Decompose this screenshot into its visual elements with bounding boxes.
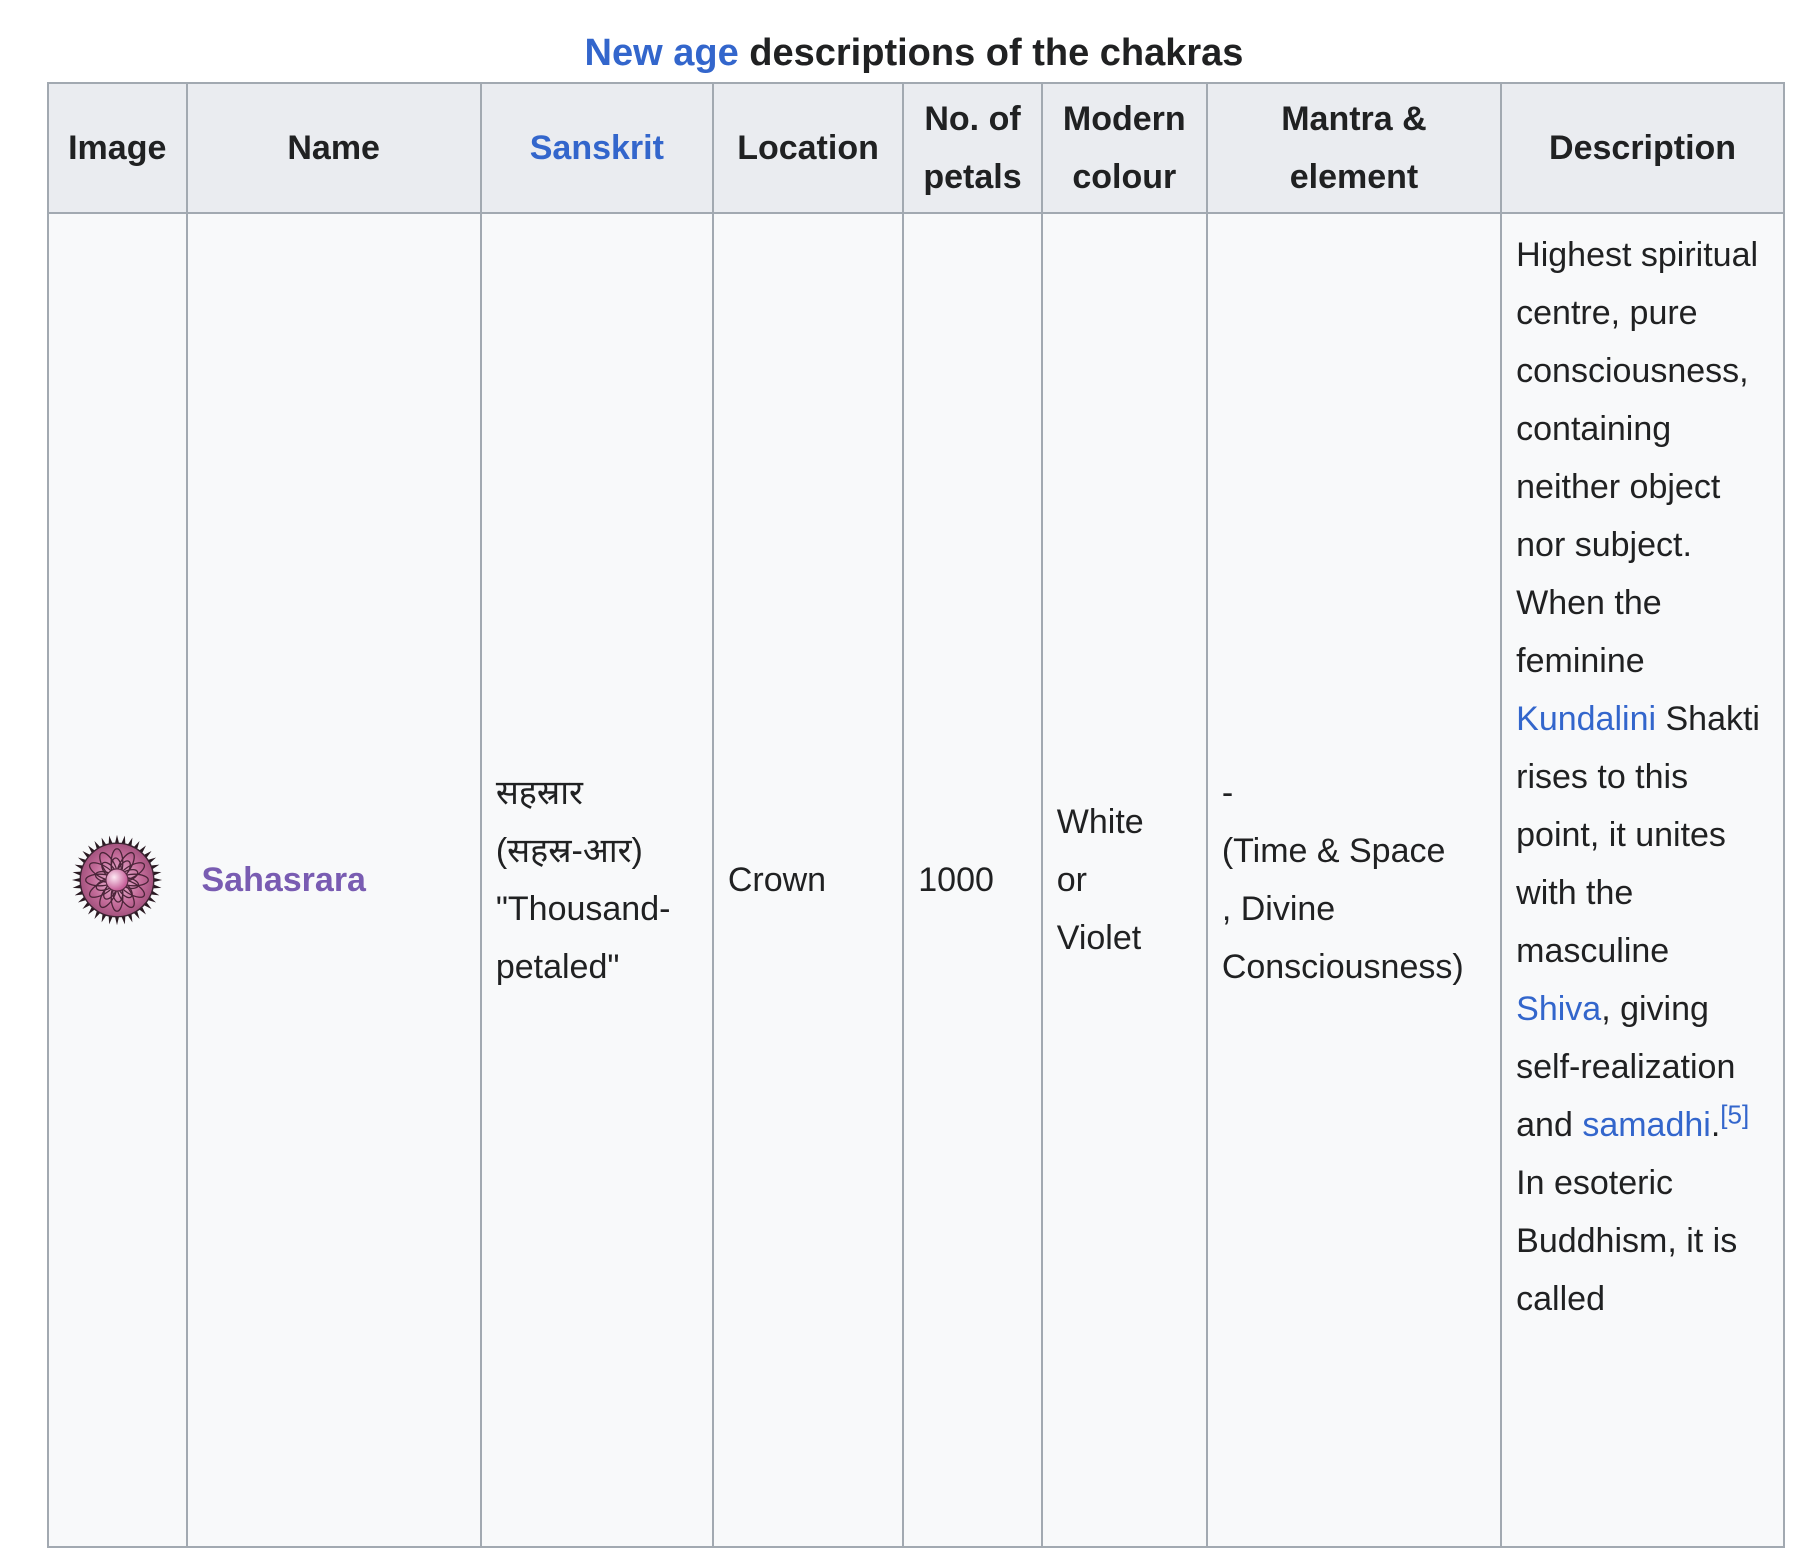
colour-line3: Violet [1056, 919, 1142, 957]
table-row: Sahasrara सहस्रार (सहस्र-आर) "Thousand- … [47, 212, 1785, 1548]
header-sanskrit: Sanskrit [479, 82, 714, 214]
cell-sanskrit: सहस्रार (सहस्र-आर) "Thousand- petaled" [479, 212, 714, 1548]
cell-location: Crown [711, 212, 905, 1548]
mantra-line3: , Divine [1221, 890, 1336, 928]
header-colour-line2: colour [1072, 158, 1177, 196]
header-description: Description [1500, 82, 1785, 214]
sanskrit-line4: petaled" [495, 948, 620, 986]
sahasrara-lotus-icon[interactable] [71, 834, 163, 926]
sahasrara-link[interactable]: Sahasrara [202, 861, 366, 899]
header-colour-line1: Modern [1062, 100, 1186, 138]
reference-5-link[interactable]: [5] [1720, 1100, 1749, 1130]
header-mantra: Mantra & element [1205, 82, 1503, 214]
mantra-line4: Consciousness) [1221, 948, 1464, 986]
sanskrit-link[interactable]: Sanskrit [530, 129, 664, 167]
desc-text-4: . [1710, 1106, 1721, 1144]
header-location: Location [711, 82, 905, 214]
new-age-link[interactable]: New age [585, 32, 739, 74]
colour-line1: White [1056, 803, 1144, 841]
kundalini-link[interactable]: Kundalini [1516, 700, 1656, 738]
cell-mantra: - (Time & Space , Divine Consciousness) [1205, 212, 1503, 1548]
cell-colour: White or Violet [1040, 212, 1208, 1548]
cell-image [47, 212, 188, 1548]
cell-petals: 1000 [902, 212, 1043, 1548]
header-name: Name [185, 82, 482, 214]
mantra-line2: (Time & Space [1221, 832, 1446, 870]
samadhi-link[interactable]: samadhi [1582, 1106, 1711, 1144]
desc-text-1: Highest spiritual centre, pure conscious… [1516, 236, 1759, 680]
header-petals: No. of petals [902, 82, 1043, 214]
sanskrit-line2: (सहस्र-आर) [495, 832, 643, 870]
header-row: Image Name Sanskrit Location No. of peta… [47, 82, 1785, 214]
shiva-link[interactable]: Shiva [1516, 990, 1601, 1028]
header-colour: Modern colour [1040, 82, 1208, 214]
sanskrit-line1: सहस्रार [495, 774, 583, 812]
mantra-line1: - [1221, 774, 1234, 812]
colour-line2: or [1056, 861, 1087, 899]
desc-text-2: Shakti rises to this point, it unites wi… [1516, 700, 1760, 970]
cell-name: Sahasrara [185, 212, 482, 1548]
header-petals-line1: No. of [924, 100, 1021, 138]
cell-description: Highest spiritual centre, pure conscious… [1500, 212, 1785, 1548]
header-image: Image [47, 82, 188, 214]
table-caption: New age descriptions of the chakras [48, 28, 1780, 78]
header-mantra-line1: Mantra & [1281, 100, 1427, 138]
caption-text: descriptions of the chakras [738, 32, 1244, 74]
header-mantra-line2: element [1289, 158, 1419, 196]
chakras-table: Image Name Sanskrit Location No. of peta… [47, 82, 1785, 1548]
desc-text-5: In esoteric Buddhism, it is called [1516, 1164, 1738, 1318]
sanskrit-line3: "Thousand- [495, 890, 671, 928]
header-petals-line2: petals [923, 158, 1022, 196]
